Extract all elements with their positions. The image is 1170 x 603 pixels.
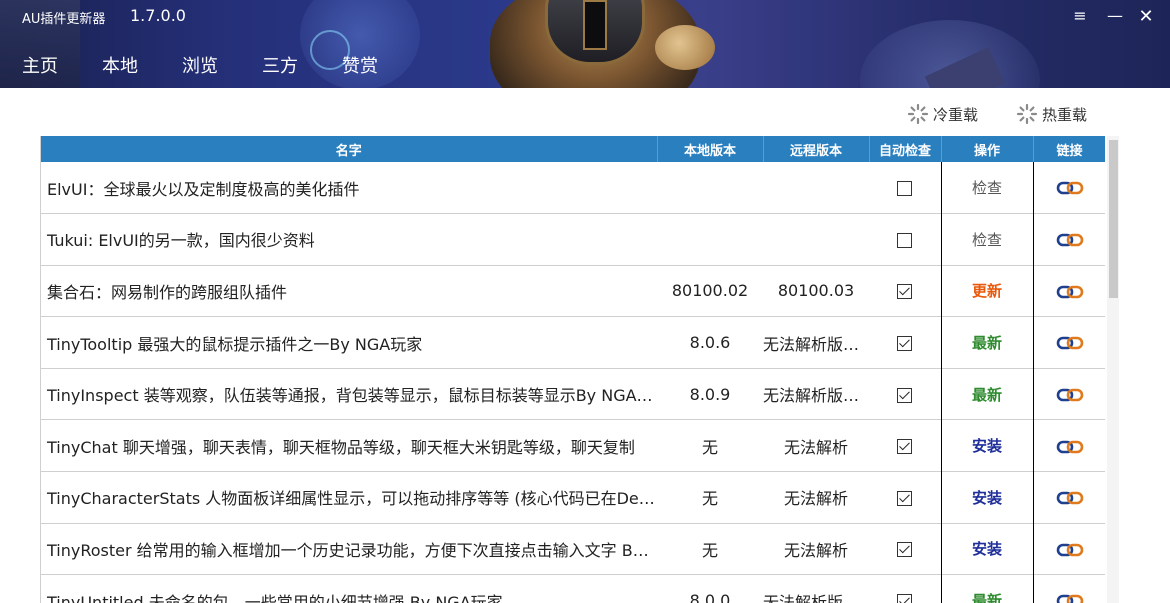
remote-version: [763, 162, 869, 214]
link-icon[interactable]: [1056, 592, 1084, 603]
auto-check-checkbox[interactable]: [897, 542, 913, 558]
local-version: 8.0.0: [689, 591, 731, 603]
local-version: 无: [701, 437, 718, 457]
link-icon[interactable]: [1056, 438, 1084, 456]
app-title: AU插件更新器: [22, 12, 106, 27]
link-icon[interactable]: [1056, 179, 1084, 197]
addon-name: Tukui: ElvUI的另一款，国内很少资料: [47, 231, 315, 251]
table-row[interactable]: TinyCharacterStats 人物面板详细属性显示，可以拖动排序等等 (…: [41, 471, 1105, 524]
hot-reload-button[interactable]: 热重载: [1016, 102, 1087, 126]
col-name-header[interactable]: 名字: [41, 136, 658, 162]
table-row[interactable]: 集合石：网易制作的跨服组队插件 80100.02 80100.03 更新: [41, 265, 1105, 317]
auto-check-checkbox[interactable]: [897, 490, 913, 506]
main-nav: 主页 本地 浏览 三方 赞赏: [0, 52, 400, 86]
local-version: 无: [701, 540, 718, 560]
addon-name: TinyInspect 装等观察，队伍装等通报，背包装等显示，鼠标目标装等显示B…: [47, 386, 657, 406]
auto-check-checkbox[interactable]: [897, 387, 913, 403]
spinner-icon: [907, 103, 929, 125]
nav-browse[interactable]: 浏览: [182, 52, 240, 86]
table-row[interactable]: TinyInspect 装等观察，队伍装等通报，背包装等显示，鼠标目标装等显示B…: [41, 368, 1105, 420]
auto-check-checkbox[interactable]: [897, 284, 913, 300]
nav-donate[interactable]: 赞赏: [342, 52, 400, 86]
local-version: 80100.02: [671, 281, 749, 301]
addon-name: ElvUI：全球最火以及定制度极高的美化插件: [47, 179, 360, 199]
nav-home[interactable]: 主页: [22, 52, 80, 86]
action-button[interactable]: 更新: [940, 265, 1034, 317]
hot-reload-label: 热重载: [1042, 105, 1088, 124]
table-row[interactable]: TinyChat 聊天增强，聊天表情，聊天框物品等级，聊天框大米钥匙等级，聊天复…: [41, 419, 1105, 472]
auto-check-checkbox[interactable]: [897, 594, 913, 603]
remote-version: 无法解析: [783, 437, 848, 457]
menu-icon[interactable]: ≡: [1070, 6, 1090, 25]
table-row[interactable]: Tukui: ElvUI的另一款，国内很少资料 检查: [41, 213, 1105, 266]
remote-version: 无法解析: [783, 540, 848, 560]
remote-version: 无法解析版本号: [763, 386, 869, 406]
remote-version: 80100.03: [777, 281, 855, 301]
addon-name: TinyTooltip 最强大的鼠标提示插件之一By NGA玩家: [47, 334, 423, 354]
close-icon[interactable]: ✕: [1136, 6, 1156, 27]
spinner-icon: [1016, 103, 1038, 125]
addon-name: TinyCharacterStats 人物面板详细属性显示，可以拖动排序等等 (…: [47, 489, 657, 509]
knight-artwork: [470, 0, 720, 88]
table-row[interactable]: TinyUntitled 未命名的包，一些常用的小细节增强 By NGA玩家 8…: [41, 574, 1105, 603]
addon-table: 名字 本地版本 远程版本 自动检查 操作 链接 ElvUI：全球最火以及定制度极…: [40, 136, 1105, 603]
col-action-header[interactable]: 操作: [941, 136, 1034, 162]
auto-check-checkbox[interactable]: [897, 232, 913, 248]
remote-version: 无法解析版本号: [763, 592, 869, 603]
link-icon[interactable]: [1056, 283, 1084, 301]
table-row[interactable]: TinyRoster 给常用的输入框增加一个历史记录功能，方便下次直接点击输入文…: [41, 523, 1105, 575]
cold-reload-button[interactable]: 冷重载: [907, 102, 978, 126]
auto-check-checkbox[interactable]: [897, 181, 913, 197]
table-row[interactable]: TinyTooltip 最强大的鼠标提示插件之一By NGA玩家 8.0.6 无…: [41, 316, 1105, 369]
action-button[interactable]: 最新: [940, 316, 1034, 369]
action-button[interactable]: 最新: [940, 574, 1034, 603]
remote-version: [763, 214, 869, 266]
addon-name: TinyRoster 给常用的输入框增加一个历史记录功能，方便下次直接点击输入文…: [47, 540, 657, 560]
cold-reload-label: 冷重载: [933, 105, 979, 124]
action-button[interactable]: 安装: [940, 419, 1034, 472]
link-icon[interactable]: [1056, 541, 1084, 559]
nav-third-party[interactable]: 三方: [262, 52, 320, 86]
auto-check-checkbox[interactable]: [897, 336, 913, 352]
local-version: 无: [701, 489, 718, 509]
nav-local[interactable]: 本地: [102, 52, 160, 86]
addon-name: 集合石：网易制作的跨服组队插件: [47, 282, 288, 302]
action-button[interactable]: 安装: [940, 471, 1034, 524]
scrollbar-thumb[interactable]: [1109, 140, 1118, 298]
col-local-version-header[interactable]: 本地版本: [657, 136, 764, 162]
remote-version: 无法解析: [783, 489, 848, 509]
local-version: [657, 162, 763, 214]
addon-name: TinyUntitled 未命名的包，一些常用的小细节增强 By NGA玩家: [47, 592, 503, 603]
addon-name: TinyChat 聊天增强，聊天表情，聊天框物品等级，聊天框大米钥匙等级，聊天复…: [47, 437, 635, 457]
link-icon[interactable]: [1056, 386, 1084, 404]
app-version: 1.7.0.0: [130, 6, 186, 25]
link-icon[interactable]: [1056, 334, 1084, 352]
header-banner: AU插件更新器 1.7.0.0 ≡ — ✕ 主页 本地 浏览 三方 赞赏: [0, 0, 1170, 88]
remote-version: 无法解析版本号: [763, 334, 869, 354]
col-link-header[interactable]: 链接: [1033, 136, 1105, 162]
action-button[interactable]: 检查: [940, 213, 1034, 266]
minimize-icon[interactable]: —: [1105, 6, 1125, 25]
local-version: [657, 214, 763, 266]
action-button[interactable]: 最新: [940, 368, 1034, 420]
table-header: 名字 本地版本 远程版本 自动检查 操作 链接: [41, 136, 1105, 162]
table-row[interactable]: ElvUI：全球最火以及定制度极高的美化插件 检查: [41, 162, 1105, 214]
local-version: 8.0.6: [689, 333, 731, 353]
action-button[interactable]: 检查: [940, 162, 1034, 214]
local-version: 8.0.9: [689, 384, 731, 404]
action-button[interactable]: 安装: [940, 523, 1034, 575]
link-icon[interactable]: [1056, 489, 1084, 507]
col-auto-check-header[interactable]: 自动检查: [869, 136, 942, 162]
link-icon[interactable]: [1056, 231, 1084, 249]
auto-check-checkbox[interactable]: [897, 439, 913, 455]
col-remote-version-header[interactable]: 远程版本: [763, 136, 870, 162]
